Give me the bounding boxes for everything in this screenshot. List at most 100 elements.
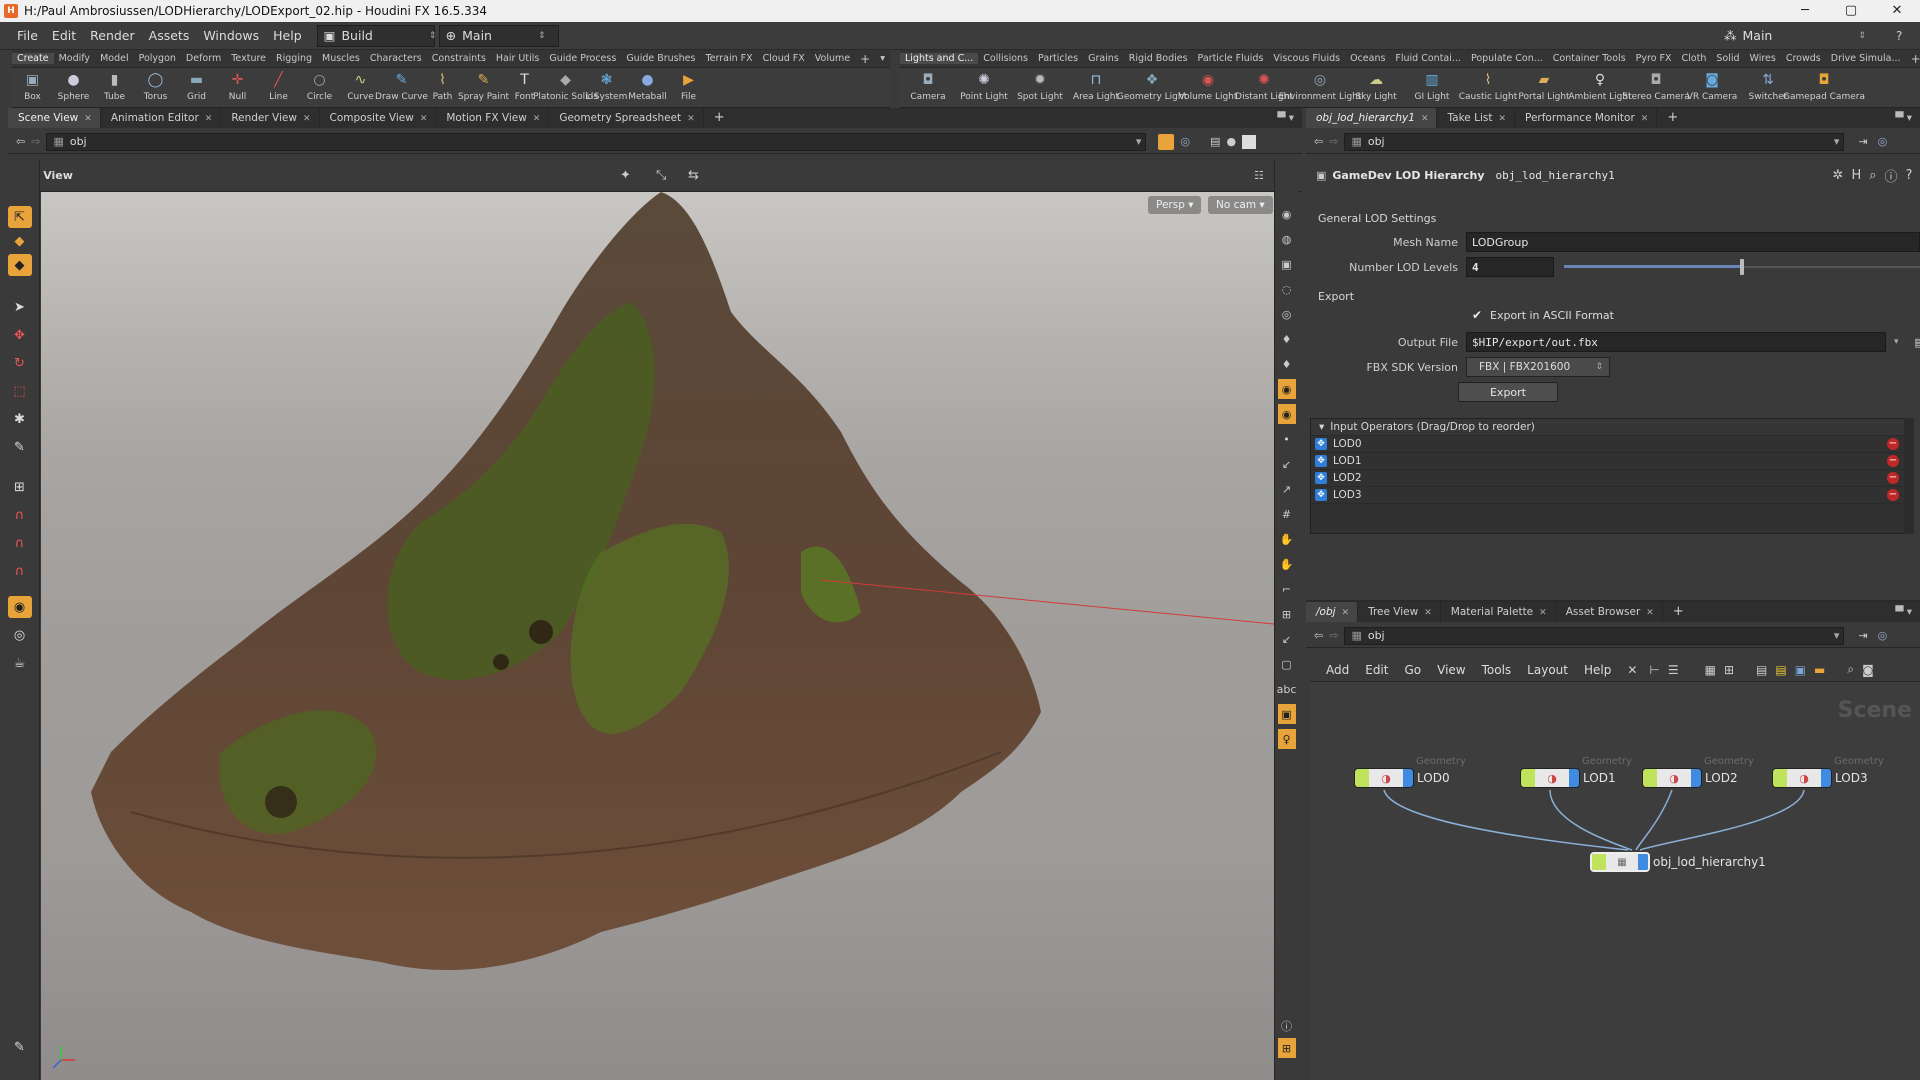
close-tab-icon[interactable]: ✕: [1646, 608, 1654, 618]
select-mode-icon[interactable]: ⇱: [7, 206, 32, 228]
add-tab-icon[interactable]: +: [1663, 602, 1692, 622]
shelf-tool-stereo-camera[interactable]: ◘ Stereo Camera: [1622, 68, 1690, 102]
remove-icon[interactable]: −: [1887, 455, 1899, 467]
tree-icon[interactable]: ⊢: [1645, 663, 1663, 677]
network-editor[interactable]: Scene Geometry ◑ LOD0 Geometry ◑ LOD1 Ge…: [1310, 682, 1920, 1080]
shelf-tab-guide-process[interactable]: Guide Process: [544, 53, 621, 64]
params-path-field[interactable]: ▦ obj ▾: [1344, 132, 1845, 151]
shelf-tool-vr-camera[interactable]: ◙ VR Camera: [1684, 68, 1740, 102]
search-icon[interactable]: ⌕: [1843, 662, 1858, 677]
shelf-tool-tube[interactable]: ▮ Tube: [94, 68, 135, 102]
shelf-tab-polygon[interactable]: Polygon: [134, 53, 181, 64]
pane-menu-icon[interactable]: ▀ ▾: [1277, 112, 1294, 124]
back-arrow-icon[interactable]: ⇦: [1314, 135, 1323, 148]
shelf-tool-gi-light[interactable]: ▥ GI Light: [1404, 68, 1460, 102]
tab-obj-lod-hierarchy[interactable]: obj_lod_hierarchy1 ✕: [1306, 108, 1438, 128]
pick-icon[interactable]: ⤡: [656, 168, 666, 183]
shelf-tab-terrain-fx[interactable]: Terrain FX: [700, 53, 757, 64]
brush-icon[interactable]: ✎: [8, 1036, 32, 1058]
close-tab-icon[interactable]: ✕: [687, 114, 695, 124]
shelf-tab-create[interactable]: Create: [12, 53, 54, 64]
scene-path-field[interactable]: ▦ obj ▾: [46, 132, 1147, 151]
shelf-tool-line[interactable]: ╱ Line: [258, 68, 299, 102]
shelf-tab-muscles[interactable]: Muscles: [317, 53, 365, 64]
hand-icon[interactable]: ✋: [1278, 529, 1296, 549]
normal-display-icon[interactable]: ↙: [1278, 454, 1296, 474]
desktop-selector[interactable]: ▣ Build ⇕: [316, 24, 436, 47]
rotate-tool-icon[interactable]: ↻: [8, 352, 32, 374]
network-menu-edit[interactable]: Edit: [1357, 663, 1396, 677]
display-options-icon[interactable]: ◉: [1278, 204, 1296, 224]
forward-arrow-icon[interactable]: ⇨: [1329, 135, 1338, 148]
ascii-checkbox[interactable]: ✔: [1472, 308, 1486, 322]
persp-button[interactable]: Persp ▾: [1148, 196, 1202, 214]
display-options-icon[interactable]: ▤: [1210, 135, 1220, 148]
menu-file[interactable]: File: [10, 28, 45, 43]
output-file-field[interactable]: $HIP/export/out.fbx: [1466, 332, 1886, 352]
handle-tool-icon[interactable]: ✎: [8, 436, 32, 458]
shelf-tab-crowds[interactable]: Crowds: [1781, 53, 1826, 64]
light-icon-2[interactable]: ♦: [1278, 354, 1296, 374]
drag-handle-icon[interactable]: ✥: [1315, 489, 1327, 501]
search-icon[interactable]: ⌕: [1869, 168, 1876, 183]
close-tab-icon[interactable]: ✕: [205, 114, 213, 124]
bulb-icon[interactable]: ♀: [1277, 729, 1296, 749]
render-region-icon[interactable]: ◎: [8, 624, 32, 646]
shelf-tool-spot-light[interactable]: ✹ Spot Light: [1012, 68, 1068, 102]
gear-icon[interactable]: ✲: [1833, 168, 1844, 183]
pin-icon[interactable]: [1158, 133, 1175, 150]
box-icon[interactable]: ▬: [1810, 663, 1829, 677]
tab-obj-network[interactable]: /obj ✕: [1306, 602, 1359, 622]
shelf-tool-spray-paint[interactable]: ✎ Spray Paint: [458, 68, 509, 102]
tab-motion-fx-view[interactable]: Motion FX View ✕: [436, 108, 550, 128]
shelf-tab-volume[interactable]: Volume: [810, 53, 855, 64]
remove-icon[interactable]: −: [1887, 489, 1899, 501]
help-h-icon[interactable]: H: [1851, 168, 1861, 183]
maximize-button[interactable]: ▢: [1828, 0, 1874, 22]
shelf-tab-particle-fluids[interactable]: Particle Fluids: [1193, 53, 1269, 64]
close-tab-icon[interactable]: ✕: [1421, 114, 1429, 124]
close-tab-icon[interactable]: ✕: [420, 114, 428, 124]
close-tab-icon[interactable]: ✕: [1539, 608, 1547, 618]
minimize-button[interactable]: ─: [1782, 0, 1828, 22]
shelf-tool-file[interactable]: ▶ File: [668, 68, 709, 102]
export-button[interactable]: Export: [1458, 382, 1558, 402]
add-tab-icon[interactable]: +: [704, 108, 733, 128]
pin-icon[interactable]: ⇥: [1858, 135, 1867, 148]
shelf-tab-viscous-fluids[interactable]: Viscous Fluids: [1268, 53, 1345, 64]
list-item[interactable]: ✥ LOD1 −: [1311, 453, 1905, 470]
shelf-tab-constraints[interactable]: Constraints: [427, 53, 491, 64]
wireframe-icon[interactable]: ◎: [1278, 304, 1296, 324]
close-button[interactable]: ✕: [1874, 0, 1920, 22]
shelf-tab-wires[interactable]: Wires: [1745, 53, 1781, 64]
shelf-tab-model[interactable]: Model: [95, 53, 134, 64]
note-icon[interactable]: ▤: [1752, 663, 1771, 677]
tab-tree-view[interactable]: Tree View ✕: [1358, 602, 1441, 622]
shelf-tab-oceans[interactable]: Oceans: [1345, 53, 1390, 64]
shelf-tab-modify[interactable]: Modify: [54, 53, 95, 64]
node-lod2[interactable]: Geometry ◑ LOD2: [1642, 756, 1754, 788]
shelf-tool-path[interactable]: ⌇ Path: [422, 68, 463, 102]
select-tool-icon[interactable]: ➤: [8, 296, 32, 318]
snap-prim-icon[interactable]: ∩: [8, 560, 32, 582]
network-menu-layout[interactable]: Layout: [1519, 663, 1576, 677]
shelf-tool-volume-light[interactable]: ◉ Volume Light: [1179, 68, 1238, 102]
network-menu-tools[interactable]: Tools: [1474, 663, 1520, 677]
shelf-tab-cloud-fx[interactable]: Cloud FX: [758, 53, 810, 64]
shelf-tool-geometry-light[interactable]: ❖ Geometry Light: [1117, 68, 1187, 102]
shelf-tool-portal-light[interactable]: ▰ Portal Light: [1516, 68, 1572, 102]
layout-icon[interactable]: ☷: [1254, 169, 1264, 182]
prim-normal-icon[interactable]: ↙: [1278, 629, 1296, 649]
lod-levels-slider[interactable]: [1564, 257, 1920, 277]
add-shelf-icon[interactable]: +: [1906, 52, 1920, 66]
maximize-pane-icon[interactable]: [1242, 134, 1257, 149]
menu-windows[interactable]: Windows: [196, 28, 266, 43]
shelf-tool-torus[interactable]: ◯ Torus: [135, 68, 176, 102]
remove-icon[interactable]: −: [1887, 438, 1899, 450]
expand-icon[interactable]: ▾: [1319, 421, 1324, 433]
drag-handle-icon[interactable]: ✥: [1315, 438, 1327, 450]
forward-arrow-icon[interactable]: ⇨: [31, 135, 40, 148]
link-icon[interactable]: ◎: [1878, 135, 1888, 148]
shelf-tool-ambient-light[interactable]: ♀ Ambient Light: [1568, 68, 1631, 102]
forward-arrow-icon[interactable]: ⇨: [1329, 629, 1338, 642]
